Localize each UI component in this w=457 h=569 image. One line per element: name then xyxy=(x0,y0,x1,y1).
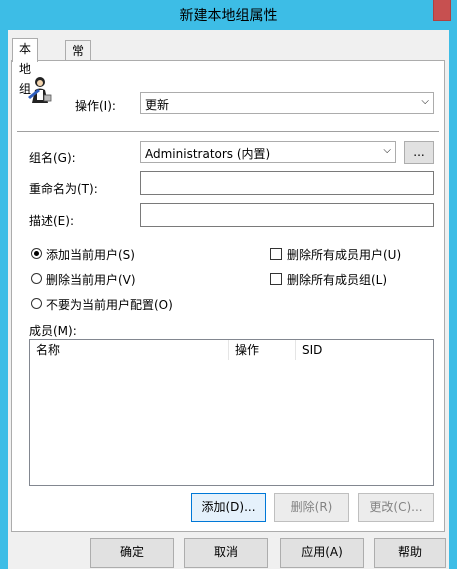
group-name-label: 组名(G): xyxy=(29,151,76,165)
tab-local-group[interactable]: 本地组 xyxy=(12,38,39,96)
members-list[interactable]: 名称 操作 SID xyxy=(29,339,434,486)
window-title: 新建本地组属性 xyxy=(179,8,278,24)
tab-panel-local-group: 操作(I): 更新 ⌵ 组名(G): Administrators (内置) ⌵… xyxy=(11,60,445,532)
delete-all-member-users-label: 删除所有成员用户(U) xyxy=(287,248,402,262)
no-config-radio[interactable] xyxy=(31,298,42,309)
description-input[interactable] xyxy=(140,203,434,227)
chevron-down-icon: ⌵ xyxy=(383,145,391,156)
action-value: 更新 xyxy=(145,98,170,112)
title-bar[interactable]: 新建本地组属性 xyxy=(0,0,457,30)
close-button[interactable] xyxy=(433,0,451,21)
dialog-window: 新建本地组属性 本地组 常用 操作(I): 更新 ⌵ 组名(G): xyxy=(0,0,457,569)
remove-current-user-label: 删除当前用户(V) xyxy=(46,273,136,287)
help-button[interactable]: 帮助 xyxy=(374,538,446,568)
group-name-select[interactable]: Administrators (内置) ⌵ xyxy=(140,141,396,163)
no-config-label: 不要为当前用户配置(O) xyxy=(46,298,173,312)
add-current-user-label: 添加当前用户(S) xyxy=(46,248,135,262)
column-header-name[interactable]: 名称 xyxy=(30,340,229,360)
delete-all-member-users-checkbox[interactable] xyxy=(270,248,282,260)
tab-common[interactable]: 常用 xyxy=(65,40,92,78)
description-label: 描述(E): xyxy=(29,214,74,228)
browse-button[interactable]: ... xyxy=(404,141,434,164)
add-current-user-radio[interactable] xyxy=(31,248,42,259)
action-select[interactable]: 更新 ⌵ xyxy=(140,92,434,114)
column-header-sid[interactable]: SID xyxy=(296,340,433,360)
cancel-button[interactable]: 取消 xyxy=(184,538,268,568)
rename-input[interactable] xyxy=(140,171,434,195)
rename-label: 重命名为(T): xyxy=(29,182,98,196)
delete-all-member-groups-checkbox[interactable] xyxy=(270,273,282,285)
add-member-button[interactable]: 添加(D)... xyxy=(191,493,266,522)
ok-button[interactable]: 确定 xyxy=(90,538,174,568)
chevron-down-icon: ⌵ xyxy=(421,96,429,107)
group-name-value: Administrators (内置) xyxy=(145,147,271,161)
change-member-button[interactable]: 更改(C)... xyxy=(358,493,434,522)
remove-member-button[interactable]: 删除(R) xyxy=(274,493,349,522)
delete-all-member-groups-label: 删除所有成员组(L) xyxy=(287,273,388,287)
action-label: 操作(I): xyxy=(75,99,116,113)
members-label: 成员(M): xyxy=(29,324,77,338)
remove-current-user-radio[interactable] xyxy=(31,273,42,284)
column-header-action[interactable]: 操作 xyxy=(229,340,296,360)
divider xyxy=(17,131,439,132)
members-list-header: 名称 操作 SID xyxy=(30,340,433,360)
dialog-client-area: 本地组 常用 操作(I): 更新 ⌵ 组名(G): Administrators xyxy=(8,30,449,569)
apply-button[interactable]: 应用(A) xyxy=(280,538,364,568)
